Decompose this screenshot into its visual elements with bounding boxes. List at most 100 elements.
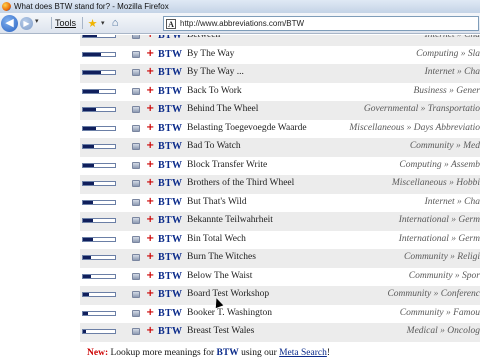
category-text[interactable]: Internet » Cha <box>425 67 480 77</box>
meaning-text[interactable]: Back To Work <box>187 86 242 96</box>
vote-down-icon[interactable] <box>132 106 140 113</box>
vote-up-icon[interactable]: + <box>146 159 154 171</box>
vote-up-icon[interactable]: + <box>146 196 154 208</box>
vote-down-icon[interactable] <box>132 161 140 169</box>
vote-up-icon[interactable]: + <box>146 48 154 60</box>
vote-up-icon[interactable]: + <box>146 270 154 282</box>
category-text[interactable]: International » Germ <box>399 234 480 244</box>
vote-down-icon[interactable] <box>132 235 140 243</box>
category-text[interactable]: International » Germ <box>399 215 480 225</box>
meaning-text[interactable]: Bekannte Teilwahrheit <box>187 215 273 225</box>
vote-up-icon[interactable]: + <box>146 214 154 226</box>
vote-up-icon[interactable]: + <box>146 103 154 115</box>
menu-bar: Tools ★ ▾ ⌂ <box>48 16 124 30</box>
vote-down-icon[interactable] <box>132 50 140 58</box>
vote-down-icon[interactable] <box>132 328 140 335</box>
vote-down-icon[interactable] <box>132 309 140 317</box>
meaning-text[interactable]: Behind The Wheel <box>187 104 258 114</box>
meaning-text[interactable]: Brothers of the Third Wheel <box>187 178 294 188</box>
vote-down-icon[interactable] <box>132 87 140 95</box>
acronym-label[interactable]: BTW <box>158 234 182 245</box>
acronym-label[interactable]: BTW <box>158 271 182 282</box>
meaning-text[interactable]: Belasting Toegevoegde Waarde <box>187 123 307 133</box>
vote-down-icon[interactable] <box>132 35 140 39</box>
category-text[interactable]: Community » Religi <box>404 252 480 262</box>
category-text[interactable]: Computing » Sla <box>416 49 480 59</box>
acronym-label[interactable]: BTW <box>158 289 182 300</box>
vote-down-icon[interactable] <box>132 254 140 261</box>
url-text[interactable]: http://www.abbreviations.com/BTW <box>180 19 304 28</box>
category-text[interactable]: Medical » Oncolog <box>407 326 480 336</box>
rating-fill <box>83 126 96 130</box>
meta-search-link[interactable]: Meta Search <box>279 348 327 358</box>
vote-up-icon[interactable]: + <box>146 307 154 319</box>
acronym-label[interactable]: BTW <box>158 35 182 41</box>
meaning-text[interactable]: Between <box>187 35 220 40</box>
meaning-text[interactable]: Breast Test Wales <box>187 326 254 336</box>
meaning-text[interactable]: Block Transfer Write <box>187 160 267 170</box>
url-bar[interactable]: A http://www.abbreviations.com/BTW <box>163 16 479 31</box>
category-text[interactable]: Community » Famou <box>400 308 480 318</box>
separator <box>51 17 52 29</box>
category-text[interactable]: Governmental » Transportatio <box>364 104 480 114</box>
forward-icon[interactable]: ▶ <box>20 17 33 30</box>
vote-down-icon[interactable] <box>132 272 140 280</box>
acronym-label[interactable]: BTW <box>158 252 182 263</box>
bookmark-dropdown-icon[interactable]: ▾ <box>101 19 105 27</box>
home-icon[interactable]: ⌂ <box>109 17 122 30</box>
acronym-label[interactable]: BTW <box>158 178 182 189</box>
acronym-label[interactable]: BTW <box>158 326 182 337</box>
category-text[interactable]: Internet » Cha <box>425 35 480 40</box>
rating-bar <box>82 35 116 38</box>
meaning-text[interactable]: By The Way ... <box>187 67 244 77</box>
acronym-label[interactable]: BTW <box>158 215 182 226</box>
category-text[interactable]: Community » Med <box>410 141 480 151</box>
vote-up-icon[interactable]: + <box>146 251 154 263</box>
meaning-text[interactable]: But That's Wild <box>187 197 247 207</box>
acronym-label[interactable]: BTW <box>158 197 182 208</box>
acronym-label[interactable]: BTW <box>158 308 182 319</box>
vote-up-icon[interactable]: + <box>146 122 154 134</box>
category-text[interactable]: Internet » Cha <box>425 197 480 207</box>
vote-up-icon[interactable]: + <box>146 233 154 245</box>
vote-up-icon[interactable]: + <box>146 140 154 152</box>
vote-down-icon[interactable] <box>132 124 140 132</box>
category-text[interactable]: Miscellaneous » Hobbi <box>392 178 480 188</box>
vote-down-icon[interactable] <box>132 69 140 76</box>
vote-down-icon[interactable] <box>132 143 140 150</box>
vote-down-icon[interactable] <box>132 217 140 224</box>
acronym-label[interactable]: BTW <box>158 160 182 171</box>
category-text[interactable]: Community » Spor <box>409 271 480 281</box>
meaning-text[interactable]: Booker T. Washington <box>187 308 272 318</box>
acronym-label[interactable]: BTW <box>158 67 182 78</box>
vote-up-icon[interactable]: + <box>146 177 154 189</box>
vote-down-icon[interactable] <box>132 291 140 298</box>
category-text[interactable]: Miscellaneous » Days Abbreviatio <box>349 123 480 133</box>
vote-up-icon[interactable]: + <box>146 325 154 337</box>
vote-down-icon[interactable] <box>132 198 140 206</box>
history-dropdown-icon[interactable]: ▾ <box>35 17 39 25</box>
meaning-text[interactable]: Bin Total Wech <box>187 234 246 244</box>
acronym-label[interactable]: BTW <box>158 123 182 134</box>
vote-up-icon[interactable]: + <box>146 35 154 41</box>
meaning-text[interactable]: Below The Waist <box>187 271 252 281</box>
meaning-text[interactable]: Board Test Workshop <box>187 289 269 299</box>
acronym-label[interactable]: BTW <box>158 49 182 60</box>
vote-down-icon[interactable] <box>132 180 140 187</box>
category-text[interactable]: Computing » Assemb <box>399 160 480 170</box>
promo-text-end: ! <box>326 348 331 358</box>
bookmark-star-icon[interactable]: ★ <box>86 17 99 30</box>
vote-up-icon[interactable]: + <box>146 85 154 97</box>
category-text[interactable]: Community » Conferenc <box>387 289 480 299</box>
meaning-text[interactable]: By The Way <box>187 49 234 59</box>
acronym-label[interactable]: BTW <box>158 104 182 115</box>
meaning-text[interactable]: Bad To Watch <box>187 141 241 151</box>
category-text[interactable]: Business » Gener <box>414 86 480 96</box>
vote-up-icon[interactable]: + <box>146 288 154 300</box>
back-icon[interactable]: ◀ <box>1 15 18 32</box>
vote-up-icon[interactable]: + <box>146 66 154 78</box>
meaning-text[interactable]: Burn The Witches <box>187 252 256 262</box>
acronym-label[interactable]: BTW <box>158 141 182 152</box>
acronym-label[interactable]: BTW <box>158 86 182 97</box>
tools-menu[interactable]: Tools <box>55 18 76 28</box>
